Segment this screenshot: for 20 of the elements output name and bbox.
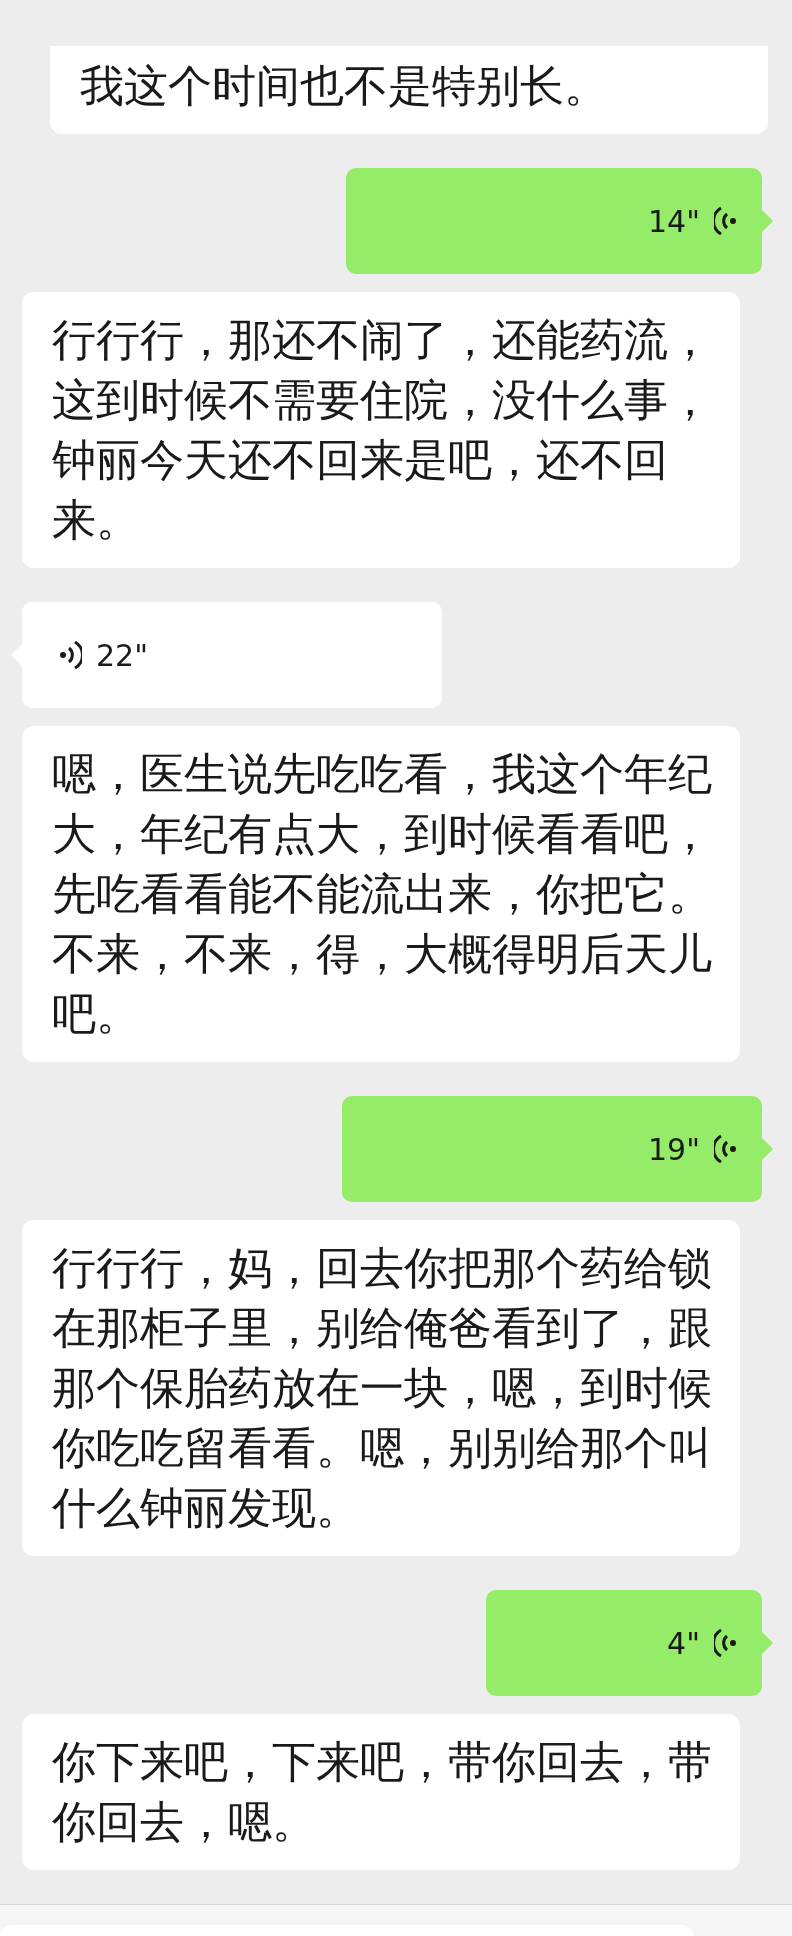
voice-duration: 19" xyxy=(648,1131,700,1167)
voice-duration: 4" xyxy=(667,1625,700,1661)
voice-message-bubble[interactable]: 22" xyxy=(22,602,442,708)
voice-wave-icon xyxy=(714,205,736,237)
voice-message-bubble[interactable]: 4" xyxy=(486,1590,762,1696)
bubble-tail xyxy=(762,1138,773,1160)
bubble-tail xyxy=(762,1632,773,1654)
voice-duration: 22" xyxy=(96,637,148,673)
transcript-text: 嗯，医生说先吃吃看，我这个年纪大，年纪有点大，到时候看看吧，先吃看看能不能流出来，你把它。不来，不来，得，大概得明后天儿吧。 xyxy=(52,747,712,1041)
transcript-text: 我这个时间也不是特别长。 xyxy=(80,59,609,113)
bubble-tail xyxy=(762,210,773,232)
transcript-text: 行行行，那还不闹了，还能药流，这到时候不需要住院，没什么事，钟丽今天还不回来是吧，还不回来。 xyxy=(52,313,712,547)
voice-wave-icon xyxy=(714,1133,736,1165)
voice-message-bubble[interactable]: 14" xyxy=(346,168,762,274)
voice-duration: 14" xyxy=(648,203,700,239)
transcript-text: 行行行，妈，回去你把那个药给锁在那柜子里，别给俺爸看到了，跟那个保胎药放在一块，嗯，到时候你吃吃留看看。嗯，别别给那个叫什么钟丽发现。 xyxy=(52,1241,712,1535)
voice-wave-icon xyxy=(60,639,82,671)
voice-message-bubble[interactable]: 19" xyxy=(342,1096,762,1202)
transcript-text: 你下来吧，下来吧，带你回去，带你回去，嗯。 xyxy=(52,1735,712,1849)
voice-wave-icon xyxy=(714,1627,736,1659)
